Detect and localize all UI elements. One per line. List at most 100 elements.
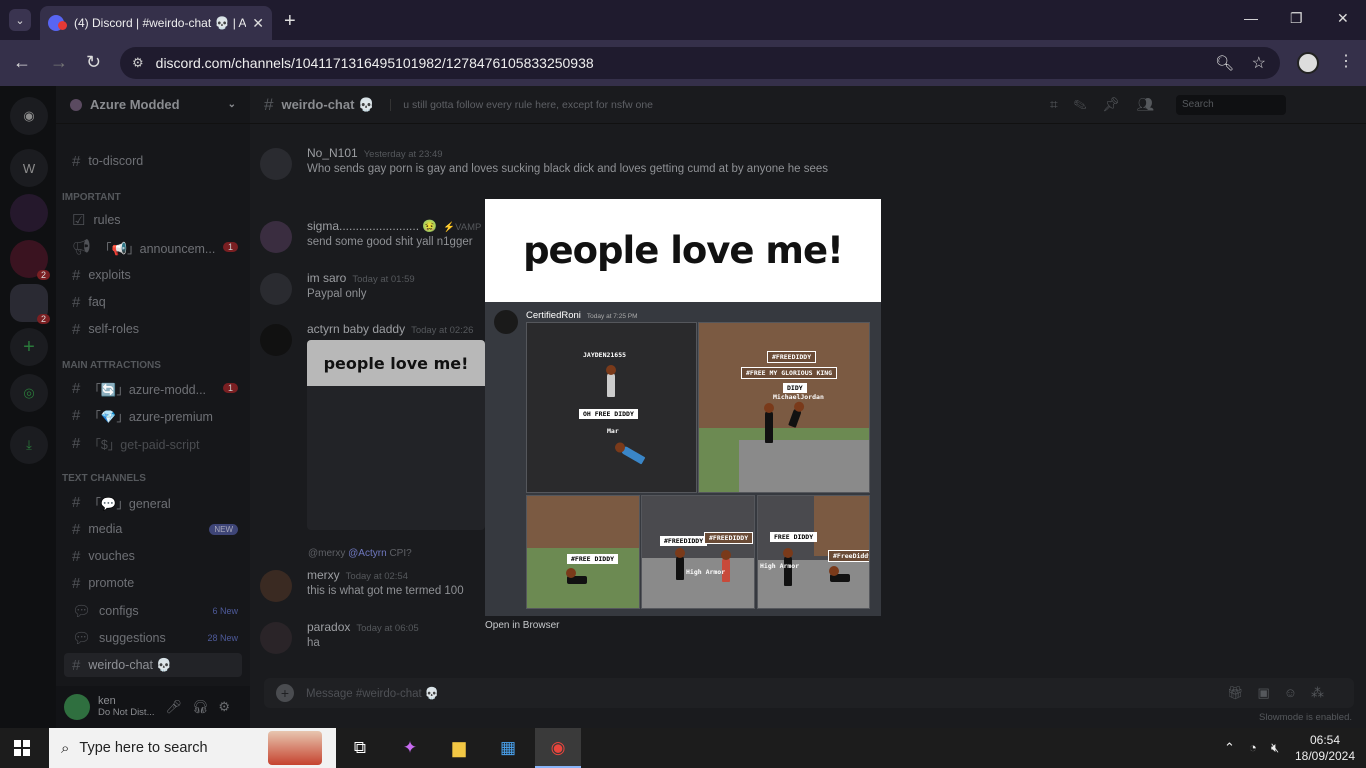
panel-label: Mar [607,427,619,435]
close-window-icon[interactable]: ✕ [1337,10,1349,27]
windows-start-icon[interactable] [14,740,30,756]
user-avatar[interactable] [64,694,90,720]
network-icon[interactable]: ◔ [1249,740,1257,755]
mention-badge: 2 [36,314,50,324]
back-icon[interactable]: ← [13,52,31,73]
reply-preview[interactable]: @merxy @Actyrn CPI? [308,548,412,559]
hash-icon: # [72,293,81,311]
channel-topic[interactable]: u still gotta follow every rule here, ex… [390,98,653,111]
message-author[interactable]: No_N101 [307,146,358,160]
channel-item[interactable]: # self-roles [64,317,242,341]
message-avatar[interactable] [260,273,292,305]
search-input[interactable]: Search [1176,95,1286,115]
channel-item[interactable]: 📢︎ 「📢」announcem... 1 [64,235,242,259]
category-main-attractions[interactable]: MAIN ATTRACTIONS [62,360,161,371]
microsoft-store-icon[interactable]: ▦ [496,736,520,760]
channel-label: 「📢」announcem... [99,241,216,256]
chrome-taskbar-button[interactable]: ◉ [535,728,581,768]
zoom-icon[interactable]: 🔍︎ [1215,54,1234,72]
server-header[interactable]: Azure Modded ⌄ [56,86,250,124]
slowmode-notice: Slowmode is enabled. [1259,712,1352,723]
channel-item[interactable]: # media NEW [64,517,242,541]
category-text-channels[interactable]: TEXT CHANNELS [62,473,146,484]
server-w[interactable]: W [10,149,48,187]
image-lightbox[interactable]: people love me! CertifiedRoni Today at 7:… [485,199,881,616]
message-image-attachment[interactable]: people love me! [307,340,485,530]
browser-toolbar: ← → ↻ ⚙ discord.com/channels/10411713164… [0,40,1366,86]
panel-label: DIDY [783,383,807,393]
channel-item[interactable]: # exploits [64,263,242,287]
copilot-icon[interactable]: ✦ [398,736,422,760]
new-tab-icon[interactable]: + [284,10,296,33]
message-author[interactable]: merxy [307,568,340,582]
hash-icon: # [72,574,81,592]
channel-item[interactable]: # 「$」get-paid-script [64,431,242,455]
channel-label: self-roles [88,322,140,336]
message-author[interactable]: im saro [307,271,346,285]
show-hidden-icons[interactable]: ⌃ [1224,740,1235,756]
open-in-browser-link[interactable]: Open in Browser [485,620,559,631]
discord-home-icon[interactable]: ◉ [10,97,48,135]
message-text: ha [307,637,320,649]
channel-item[interactable]: # promote [64,571,242,595]
message-author[interactable]: sigma........................ 🤢 [307,219,437,233]
reload-icon[interactable]: ↻ [86,52,101,73]
restore-icon[interactable]: ❐ [1290,10,1303,27]
address-bar[interactable]: ⚙ discord.com/channels/10411713164951019… [120,47,1280,79]
chevron-down-icon[interactable]: ⌄ [228,99,236,110]
close-tab-icon[interactable]: ✕ [252,15,264,32]
inner-author: CertifiedRoni Today at 7:25 PM [526,310,638,321]
message-composer[interactable]: + Message #weirdo-chat 💀 🎁︎▣☺⁂ [264,678,1354,708]
browser-tab-discord[interactable]: (4) Discord | #weirdo-chat 💀 | A ✕ [40,6,272,40]
channel-item[interactable]: # 「💎」azure-premium [64,403,242,427]
category-important[interactable]: IMPORTANT [62,192,121,203]
channel-item[interactable]: 💬︎ configs 6 New [64,599,242,623]
tab-search-chevron-icon[interactable]: ⌄ [9,9,31,31]
server-list: ◉ W 2 2 + ◎ ⤓ [0,86,56,728]
channel-item[interactable]: # vouches [64,544,242,568]
server-icon[interactable] [10,194,48,232]
system-clock[interactable]: 06:54 18/09/2024 [1290,732,1360,764]
volume-muted-icon[interactable]: 🔇︎ [1271,740,1279,756]
panel-label: #FREEDIDDY [767,351,817,363]
header-icons[interactable]: ⌗✎📌︎👥︎ [1050,96,1170,113]
server-azure-modded[interactable]: 2 [10,284,50,324]
message-avatar[interactable] [260,324,292,356]
panel-label: FREE DIDDY [770,532,818,542]
server-icon[interactable]: 2 [10,240,50,280]
message-author[interactable]: actyrn baby daddy [307,322,405,336]
channel-item[interactable]: ☑ rules [64,208,242,232]
user-controls[interactable]: 🎤︎🎧︎⚙ [165,699,240,715]
channel-item[interactable]: # to-discord [64,149,242,173]
taskbar-search-box[interactable]: ⌕ Type here to search [49,728,336,768]
message-avatar[interactable] [260,148,292,180]
task-view-icon[interactable]: ⧉ [348,736,372,760]
channel-item[interactable]: # 「💬」general [64,490,242,514]
comic-panel-4: #FREEDIDDY #FREEDIDDY High Armor [641,495,755,609]
explore-icon[interactable]: ◎ [10,374,48,412]
composer-tools[interactable]: 🎁︎▣☺⁂ [1227,685,1338,701]
download-icon[interactable]: ⤓ [10,426,48,464]
channel-item[interactable]: # 「🔄」azure-modd... 1 [64,376,242,400]
tab-title: (4) Discord | #weirdo-chat 💀 | A [74,16,247,30]
message-text: Who sends gay porn is gay and loves suck… [307,163,828,175]
channel-item[interactable]: 💬︎ suggestions 28 New [64,626,242,650]
message-author[interactable]: paradox [307,620,350,634]
browser-menu-icon[interactable]: ⋮ [1338,51,1354,71]
file-explorer-icon[interactable]: ▆ [447,736,471,760]
avatar-figure [620,445,646,465]
message-text: this is what got me termed 100 [307,585,464,597]
site-info-icon[interactable]: ⚙ [132,55,144,71]
channel-item-active[interactable]: # weirdo-chat 💀 [64,653,242,677]
forward-icon[interactable]: → [50,52,68,73]
add-server-icon[interactable]: + [10,328,48,366]
message-avatar[interactable] [260,570,292,602]
channel-item[interactable]: # faq [64,290,242,314]
attach-plus-icon[interactable]: + [276,684,294,702]
bookmark-star-icon[interactable]: ☆ [1252,53,1266,73]
taskbar-search-placeholder: Type here to search [79,740,208,756]
message-avatar[interactable] [260,622,292,654]
minimize-icon[interactable]: — [1244,10,1258,26]
profile-avatar[interactable] [1297,52,1319,74]
message-avatar[interactable] [260,221,292,253]
